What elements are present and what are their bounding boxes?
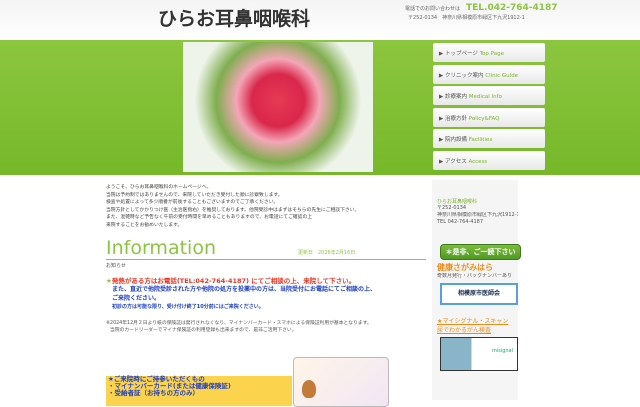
nav-label-en: Policy&FAQ xyxy=(468,115,500,122)
link-line: 尿でわかるがん検査 xyxy=(437,327,492,334)
nav-label: ▶ クリニック案内 xyxy=(439,72,484,79)
notice-line: ご来院ください。 xyxy=(112,294,161,302)
contact-label: 電話でのお問い合わせは xyxy=(405,6,461,12)
nav-access[interactable]: ▶ アクセス Access xyxy=(433,150,545,170)
site-logo[interactable]: ひらお耳鼻咽喉科 xyxy=(158,4,310,31)
misignal-link[interactable]: ★マイシグナル・スキャン 尿でわかるがん検査 xyxy=(437,317,518,335)
intro-text: ようこそ、ひらお耳鼻咽喉科のホームページへ。 当院は予約制ではありませんので、来… xyxy=(106,184,426,230)
medical-association-banner[interactable]: 相模原市医師会 xyxy=(440,283,518,305)
nav-label-en: Medical Info xyxy=(468,94,502,100)
information-title: Information xyxy=(106,236,216,259)
updated-date: 更新日 2026年2月16日 xyxy=(298,249,356,256)
header-address: 〒252-0134 神奈川県相模原市緑区下九沢1912-1 xyxy=(408,15,525,21)
nav-label-en: Facilities xyxy=(468,137,493,143)
sidebar-zip: 〒252-0134 xyxy=(437,205,467,211)
nav-label: ▶ アクセス xyxy=(439,158,467,165)
sidebar-address: 神奈川県相模原市緑区下九沢1912-1 xyxy=(437,212,518,218)
read-please-button[interactable]: ＊是非、ご一読下さい xyxy=(440,244,521,260)
nav-label-en: Access xyxy=(468,158,488,165)
nav-clinic-guide[interactable]: ▶ クリニック案内 Clinic Guide xyxy=(433,64,545,84)
misignal-banner[interactable]: misignal xyxy=(440,337,518,371)
insurance-note: ※2024年12月２日より紙の保険証は発行されなくなり、マイナンバーカード・スマ… xyxy=(106,320,426,335)
sidebar-clinic-name: ひらお耳鼻咽喉科 xyxy=(437,199,478,205)
nav-label: ▶ 診療案内 xyxy=(439,94,467,100)
news-subtitle: お知らせ xyxy=(106,262,126,269)
nav-label: ▶ 院内設備 xyxy=(439,137,467,143)
bring-item: ・受給者証（お持ちの方のみ） xyxy=(108,389,199,397)
intro-line: ようこそ、ひらお耳鼻咽喉科のホームページへ。 xyxy=(106,185,212,190)
nav-label-en: Top Page xyxy=(479,51,504,57)
link-line: ★マイシグナル・スキャン xyxy=(437,318,509,325)
contact-info: 電話でのお問い合わせは TEL.042-764-4187 xyxy=(405,3,558,13)
header-tel[interactable]: TEL.042-764-4187 xyxy=(466,3,558,13)
flower-photo xyxy=(183,42,373,172)
notice-line: また、直近で他院受診された方や他院の処方を投薬中の方は、当院受付にお電話にてご相… xyxy=(112,285,377,293)
bring-items-box: ★ご来院時にご持参いただくもの ・マイナンバーカード(または健康保険証) ・受給… xyxy=(106,376,292,406)
intro-line: 当院は予約制ではありませんので、来院していただき受付した順に診察致します。 xyxy=(106,192,283,198)
site-header: ひらお耳鼻咽喉科 電話でのお問い合わせは TEL.042-764-4187 〒25… xyxy=(0,0,640,40)
intro-line: 来院することをお勧めいたします。 xyxy=(106,222,183,228)
sidebar-tel[interactable]: TEL 042-764-4187 xyxy=(437,219,518,226)
note-line: ※2024年12月２日より紙の保険証は発行されなくなり、マイナンバーカード・スマ… xyxy=(106,320,372,326)
fever-text: 発熱がある方はお電話(TEL:042-764-4187) にてご相談の上、来院し… xyxy=(111,276,356,285)
nav-policy-faq[interactable]: ▶ 治療方針 Policy&FAQ xyxy=(433,107,545,127)
sidebar: ひらお耳鼻咽喉科 〒252-0134 神奈川県相模原市緑区下九沢1912-1 T… xyxy=(432,180,521,400)
nav-medical-info[interactable]: ▶ 診療案内 Medical Info xyxy=(433,86,545,105)
main-nav: ▶ トップページ Top Page ▶ クリニック案内 Clinic Guide… xyxy=(433,43,545,172)
nav-facilities[interactable]: ▶ 院内設備 Facilities xyxy=(433,129,545,148)
kenko-sagamihara-link[interactable]: 健康さがみはら xyxy=(437,262,518,273)
nav-label: ▶ 治療方針 xyxy=(439,115,467,122)
intro-line: 検査や処置によって多少順番が前後することもございますのでご了承ください。 xyxy=(106,200,279,206)
kenko-sub: 奇数月発行・バックナンバーあり xyxy=(437,273,513,279)
nav-label: ▶ トップページ xyxy=(439,51,478,57)
notice-line: 初診の方は可能な限り、受け付け終了10分前にはご来院ください。 xyxy=(112,303,264,310)
information-header: Information 更新日 2026年2月16日 xyxy=(106,236,426,260)
intro-line: また、混雑時など予告なく午前の受付時間を早めることもありますので、お電話にてご確… xyxy=(106,215,313,221)
person-icon xyxy=(302,380,316,398)
intro-line: 当院方針としてかかりつけ医（主治医指右）を推奨しております。他院受診中はまずはそ… xyxy=(106,207,360,213)
nav-top-page[interactable]: ▶ トップページ Top Page xyxy=(433,43,545,62)
nav-label-en: Clinic Guide xyxy=(485,72,519,79)
note-line: 当院のカードリーダーでマイナ保険証の利用登録も出来ますので、是非ご活用下さい。 xyxy=(110,328,297,334)
fever-notice: ★発熱がある方はお電話(TEL:042-764-4187) にてご相談の上、来院… xyxy=(106,275,426,285)
main-content: ようこそ、ひらお耳鼻咽喉科のホームページへ。 当院は予約制ではありませんので、来… xyxy=(106,184,426,335)
